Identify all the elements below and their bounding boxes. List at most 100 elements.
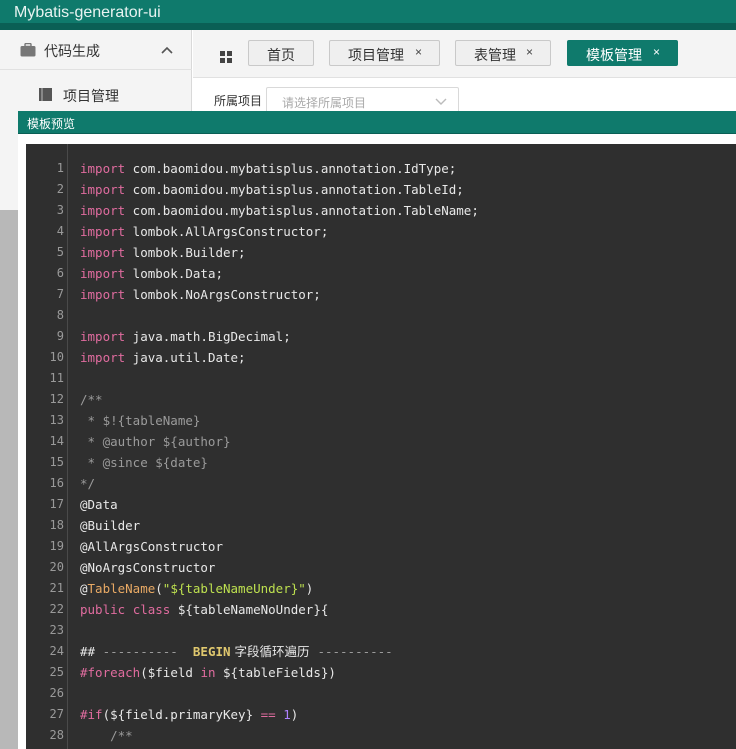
line-number: 19 <box>49 539 64 553</box>
code-editor[interactable]: 1 import com.baomidou.mybatisplus.annotat… <box>26 144 736 749</box>
tab-project-management[interactable]: 项目管理 × <box>329 40 440 66</box>
template-preview-dialog: 模板预览 1 import com.baomidou.mybatisplus.an… <box>18 111 736 749</box>
code-token: ---------- <box>317 644 393 659</box>
code-token: java.math.BigDecimal; <box>125 329 291 344</box>
code-line: ## ---------- BEGIN 字段循环遍历 ---------- <box>80 641 393 662</box>
line-number: 25 <box>49 665 64 679</box>
line-number: 26 <box>49 686 64 700</box>
sidebar-item-label: 项目管理 <box>63 88 119 104</box>
code-token: ($field <box>140 665 201 680</box>
code-line: import lombok.Builder; <box>80 242 246 263</box>
code-token: com.baomidou.mybatisplus.annotation.Tabl… <box>125 182 464 197</box>
code-token: lombok.NoArgsConstructor; <box>125 287 321 302</box>
line-number: 5 <box>56 245 64 259</box>
code-token: lombok.Builder; <box>125 245 246 260</box>
line-number: 14 <box>49 434 64 448</box>
code-token: import <box>80 245 126 260</box>
code-token: * @author ${author} <box>80 434 231 449</box>
code-token: @ <box>80 581 88 596</box>
code-token: "${tableNameUnder}" <box>162 581 306 596</box>
line-number: 7 <box>56 287 64 301</box>
code-token: @Data <box>80 497 118 512</box>
code-line: import lombok.NoArgsConstructor; <box>80 284 321 305</box>
code-token: @Builder <box>80 518 141 533</box>
code-token: import <box>80 224 126 239</box>
tab-table-management[interactable]: 表管理 × <box>455 40 551 66</box>
sidebar-item-project-management[interactable]: 项目管理 <box>0 80 192 110</box>
code-line: #if(${field.primaryKey} == 1) <box>80 704 298 725</box>
code-token: * @since ${date} <box>80 455 208 470</box>
code-token: ) <box>305 581 314 596</box>
code-token: com.baomidou.mybatisplus.annotation.Tabl… <box>125 203 479 218</box>
chevron-down-icon <box>435 98 447 105</box>
close-icon[interactable]: × <box>415 45 422 59</box>
line-number: 4 <box>56 224 64 238</box>
code-token: import <box>80 203 126 218</box>
line-number: 9 <box>56 329 64 343</box>
line-number: 15 <box>49 455 64 469</box>
code-token: ) <box>290 707 299 722</box>
code-line: @Builder <box>80 515 140 536</box>
book-icon <box>39 88 52 101</box>
code-line: * @since ${date} <box>80 452 208 473</box>
code-line: @Data <box>80 494 118 515</box>
code-line: import java.math.BigDecimal; <box>80 326 291 347</box>
line-number: 8 <box>56 308 64 322</box>
tab-bar: 首页 项目管理 × 表管理 × 模板管理 × <box>193 30 736 78</box>
code-token: ## <box>80 644 103 659</box>
code-line: @NoArgsConstructor <box>80 557 215 578</box>
grid-icon[interactable] <box>220 51 232 63</box>
code-line: #foreach($field in ${tableFields}) <box>80 662 336 683</box>
code-token: in <box>200 665 216 680</box>
tab-label: 项目管理 <box>348 47 404 63</box>
line-number: 18 <box>49 518 64 532</box>
code-line: public class ${tableNameNoUnder}{ <box>80 599 328 620</box>
code-token: #foreach <box>80 665 141 680</box>
code-line: * @author ${author} <box>80 431 231 452</box>
tab-label: 首页 <box>267 47 295 63</box>
line-number: 17 <box>49 497 64 511</box>
tab-label: 表管理 <box>474 47 516 63</box>
code-token: BEGIN <box>192 644 231 659</box>
code-token: TableName <box>87 581 156 596</box>
line-number: 27 <box>49 707 64 721</box>
chevron-up-icon[interactable] <box>160 43 174 57</box>
code-token: /** <box>80 728 133 743</box>
project-select[interactable]: 请选择所属项目 <box>266 87 459 113</box>
code-line: */ <box>80 473 95 494</box>
code-line: import com.baomidou.mybatisplus.annotati… <box>80 158 456 179</box>
line-number: 13 <box>49 413 64 427</box>
code-token: lombok.Data; <box>125 266 223 281</box>
code-token: com.baomidou.mybatisplus.annotation.IdTy… <box>125 161 457 176</box>
code-token: (${field.primaryKey} <box>102 707 261 722</box>
dialog-title-bar[interactable]: 模板预览 <box>18 111 736 133</box>
code-token: import <box>80 182 126 197</box>
code-token: * $!{tableName} <box>80 413 201 428</box>
code-line: import java.util.Date; <box>80 347 246 368</box>
code-token: class <box>132 602 171 617</box>
code-token: import <box>80 350 126 365</box>
tab-label: 模板管理 <box>586 47 642 63</box>
line-number: 28 <box>49 728 64 742</box>
code-token: 1 <box>283 707 291 722</box>
sidebar-group-code-generation[interactable]: 代码生成 <box>0 30 192 70</box>
dialog-title: 模板预览 <box>27 117 76 131</box>
code-token: */ <box>80 476 96 491</box>
header-divider <box>0 23 736 30</box>
line-number: 21 <box>49 581 64 595</box>
line-number: 16 <box>49 476 64 490</box>
tab-home[interactable]: 首页 <box>248 40 314 66</box>
project-filter-label: 所属项目 <box>214 94 263 108</box>
tab-template-management[interactable]: 模板管理 × <box>567 40 678 66</box>
line-number: 23 <box>49 623 64 637</box>
code-token: ---------- <box>102 644 193 659</box>
close-icon[interactable]: × <box>526 45 533 59</box>
line-number: 6 <box>56 266 64 280</box>
app-header: Mybatis-generator-ui <box>0 0 736 30</box>
close-icon[interactable]: × <box>653 45 660 59</box>
code-line: @TableName("${tableNameUnder}") <box>80 578 313 599</box>
line-number: 22 <box>49 602 64 616</box>
code-token: import <box>80 161 126 176</box>
line-number: 12 <box>49 392 64 406</box>
code-line: import lombok.AllArgsConstructor; <box>80 221 328 242</box>
